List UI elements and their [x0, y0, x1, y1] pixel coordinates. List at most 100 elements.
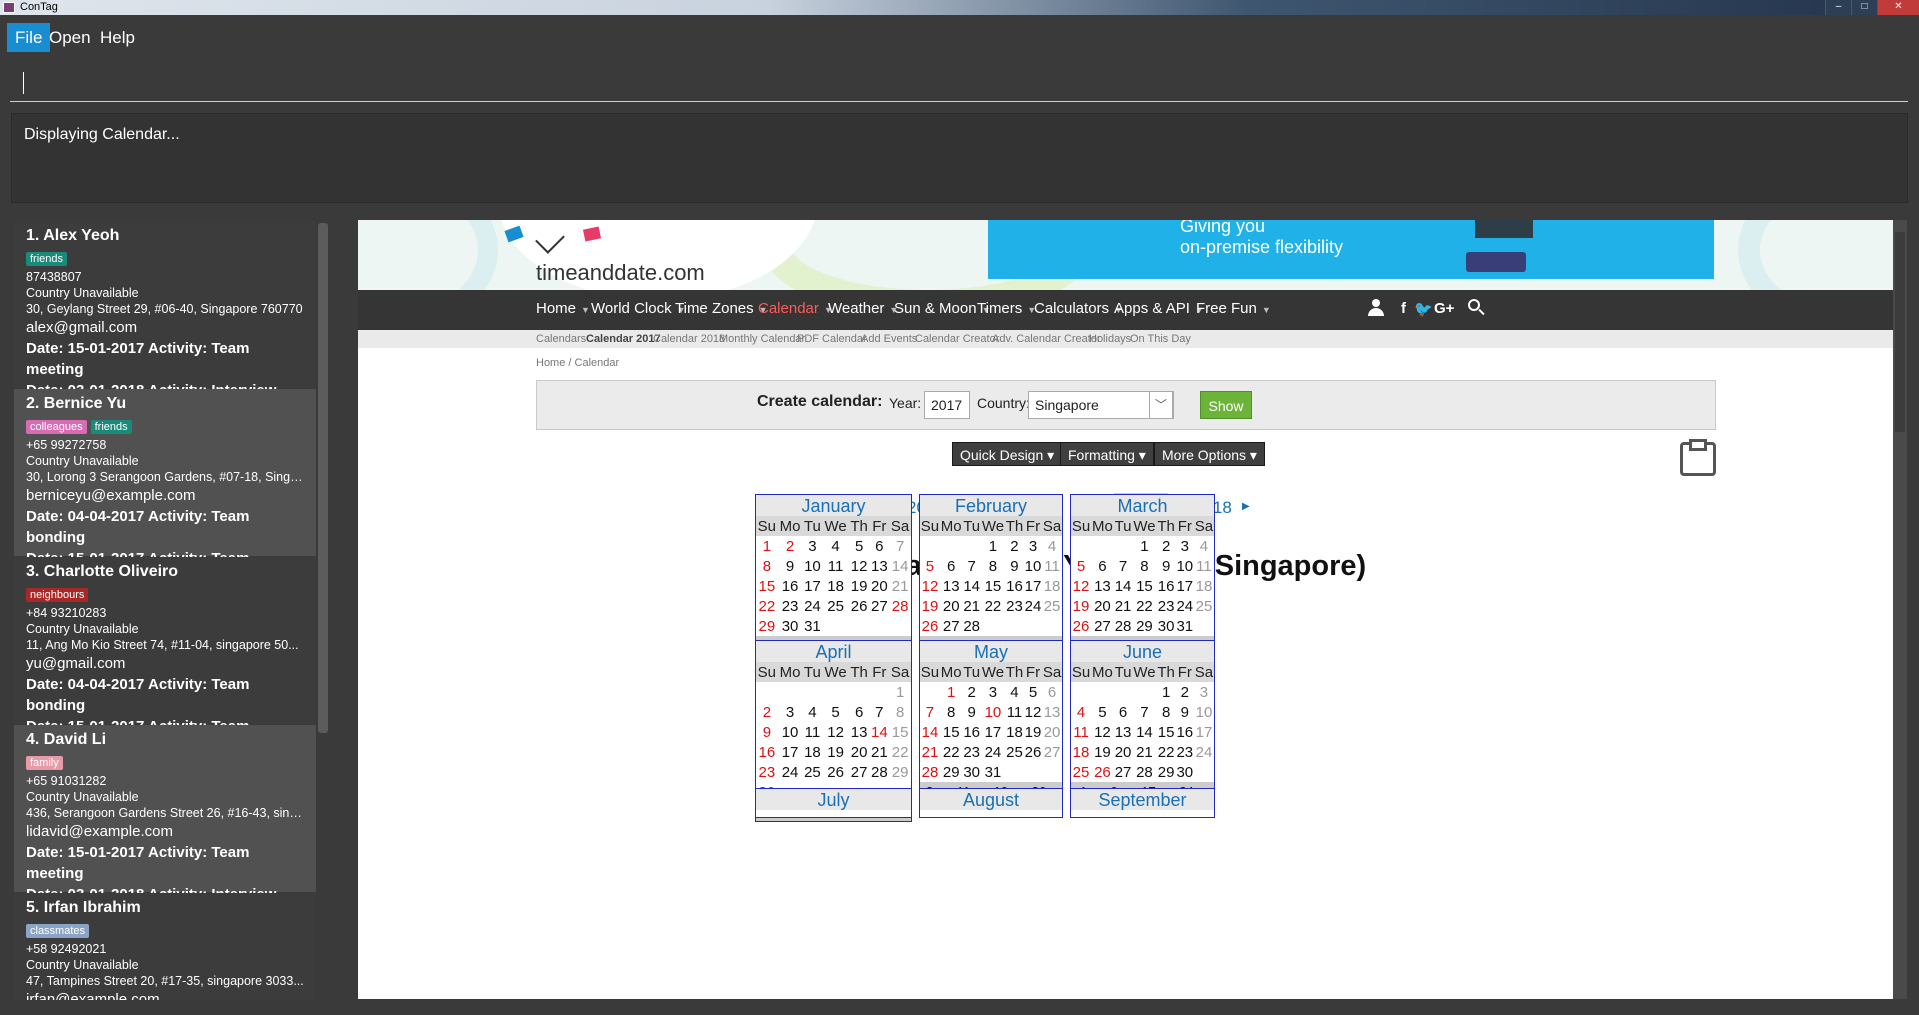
day-cell[interactable]: 4 [1005, 682, 1024, 702]
day-cell[interactable]: 27 [940, 616, 963, 636]
person-card[interactable]: 1. Alex Yeoh friends 87438807 Country Unava… [14, 221, 316, 399]
day-cell[interactable]: 25 [1005, 742, 1024, 762]
person-list-scrollbar[interactable] [318, 223, 328, 733]
day-cell[interactable]: 22 [981, 596, 1005, 616]
day-cell[interactable]: 25 [822, 596, 848, 616]
facebook-icon[interactable]: f [1401, 300, 1406, 317]
day-cell[interactable]: 11 [1071, 722, 1091, 742]
day-cell[interactable]: 13 [1091, 576, 1114, 596]
site-logo[interactable]: timeanddate.com [536, 260, 705, 286]
day-cell[interactable]: 22 [1132, 596, 1156, 616]
day-cell[interactable]: 17 [802, 576, 822, 596]
day-cell[interactable]: 30 [1157, 616, 1176, 636]
day-cell[interactable]: 21 [920, 742, 940, 762]
month-name[interactable]: May [920, 641, 1062, 662]
day-cell[interactable]: 19 [1091, 742, 1114, 762]
nav-free-fun[interactable]: Free Fun ▼ [1196, 300, 1271, 317]
month-name[interactable]: March [1071, 495, 1214, 516]
day-cell[interactable]: 10 [802, 556, 822, 576]
day-cell[interactable]: 13 [1114, 722, 1133, 742]
subnav-calendars[interactable]: Calendars [536, 330, 586, 348]
day-cell[interactable]: 31 [802, 616, 822, 636]
day-cell[interactable]: 17 [981, 722, 1005, 742]
subnav-pdf-calendar[interactable]: PDF Calendar [797, 330, 867, 348]
day-cell[interactable]: 12 [1091, 722, 1114, 742]
day-cell[interactable]: 12 [1024, 702, 1042, 722]
day-cell[interactable]: 14 [920, 722, 940, 742]
twitter-icon[interactable]: 🐦 [1414, 300, 1433, 318]
month-name[interactable]: September [1071, 789, 1214, 810]
day-cell[interactable]: 31 [1176, 616, 1194, 636]
day-cell[interactable]: 28 [963, 616, 981, 636]
day-cell[interactable]: 22 [889, 742, 911, 762]
day-cell[interactable]: 24 [1024, 596, 1042, 616]
day-cell[interactable]: 10 [1024, 556, 1042, 576]
ad-banner[interactable]: Giving you on-premise flexibility [988, 220, 1714, 279]
day-cell[interactable]: 7 [963, 556, 981, 576]
day-cell[interactable]: 3 [981, 682, 1005, 702]
day-cell[interactable]: 3 [778, 702, 803, 722]
more-options-button[interactable]: More Options ▾ [1154, 442, 1265, 466]
googleplus-icon[interactable]: G+ [1434, 300, 1454, 317]
day-cell[interactable]: 9 [1005, 556, 1024, 576]
day-cell[interactable]: 9 [756, 722, 778, 742]
breadcrumb-home[interactable]: Home / [536, 357, 571, 369]
day-cell[interactable]: 2 [1005, 536, 1024, 556]
day-cell[interactable]: 11 [802, 722, 822, 742]
day-cell[interactable]: 1 [889, 682, 911, 702]
day-cell[interactable]: 18 [1194, 576, 1214, 596]
nav-time-zones[interactable]: Time Zones ▼ [675, 300, 768, 317]
day-cell[interactable]: 17 [1176, 576, 1194, 596]
day-cell[interactable]: 8 [889, 702, 911, 722]
quick-design-button[interactable]: Quick Design ▾ [952, 442, 1063, 466]
day-cell[interactable]: 13 [849, 722, 870, 742]
day-cell[interactable]: 15 [1157, 722, 1176, 742]
day-cell[interactable]: 20 [1114, 742, 1133, 762]
month-name[interactable]: February [920, 495, 1062, 516]
breadcrumb-calendar[interactable]: Calendar [575, 357, 620, 369]
day-cell[interactable]: 5 [1024, 682, 1042, 702]
day-cell[interactable]: 19 [849, 576, 870, 596]
nav-weather[interactable]: Weather ▼ [828, 300, 898, 317]
nav-world-clock[interactable]: World Clock ▼ [591, 300, 686, 317]
user-icon[interactable] [1368, 299, 1384, 317]
day-cell[interactable]: 8 [756, 556, 778, 576]
day-cell[interactable]: 31 [981, 762, 1005, 782]
day-cell[interactable]: 24 [778, 762, 803, 782]
subnav-adv-calendar-creator[interactable]: Adv. Calendar Creator [992, 330, 1101, 348]
formatting-button[interactable]: Formatting ▾ [1060, 442, 1154, 466]
day-cell[interactable]: 20 [1042, 722, 1062, 742]
day-cell[interactable]: 4 [1194, 536, 1214, 556]
day-cell[interactable]: 4 [1042, 536, 1062, 556]
nav-calculators[interactable]: Calculators ▼ [1034, 300, 1123, 317]
nav-timers[interactable]: Timers ▼ [977, 300, 1036, 317]
day-cell[interactable]: 2 [963, 682, 981, 702]
day-cell[interactable]: 2 [756, 702, 778, 722]
day-cell[interactable]: 13 [940, 576, 963, 596]
menu-help[interactable]: Help [92, 23, 143, 52]
day-cell[interactable]: 6 [940, 556, 963, 576]
menu-open[interactable]: Open [41, 23, 99, 52]
day-cell[interactable]: 3 [1176, 536, 1194, 556]
day-cell[interactable]: 2 [1157, 536, 1176, 556]
day-cell[interactable]: 15 [1132, 576, 1156, 596]
day-cell[interactable]: 16 [778, 576, 803, 596]
day-cell[interactable]: 6 [1042, 682, 1062, 702]
day-cell[interactable]: 21 [889, 576, 911, 596]
day-cell[interactable]: 1 [940, 682, 963, 702]
day-cell[interactable]: 9 [778, 556, 803, 576]
subnav-calendar-2018[interactable]: Calendar 2018 [653, 330, 725, 348]
day-cell[interactable]: 22 [1157, 742, 1176, 762]
day-cell[interactable]: 16 [963, 722, 981, 742]
day-cell[interactable]: 29 [889, 762, 911, 782]
day-cell[interactable]: 25 [1042, 596, 1062, 616]
subnav-monthly-calendar[interactable]: Monthly Calendar [719, 330, 805, 348]
month-name[interactable]: June [1071, 641, 1214, 662]
day-cell[interactable]: 8 [1157, 702, 1176, 722]
day-cell[interactable]: 11 [1194, 556, 1214, 576]
day-cell[interactable]: 5 [1071, 556, 1091, 576]
day-cell[interactable]: 5 [1091, 702, 1114, 722]
day-cell[interactable]: 10 [778, 722, 803, 742]
person-card[interactable]: 2. Bernice Yu colleagues friends +65 992727… [14, 389, 316, 588]
day-cell[interactable]: 17 [1024, 576, 1042, 596]
